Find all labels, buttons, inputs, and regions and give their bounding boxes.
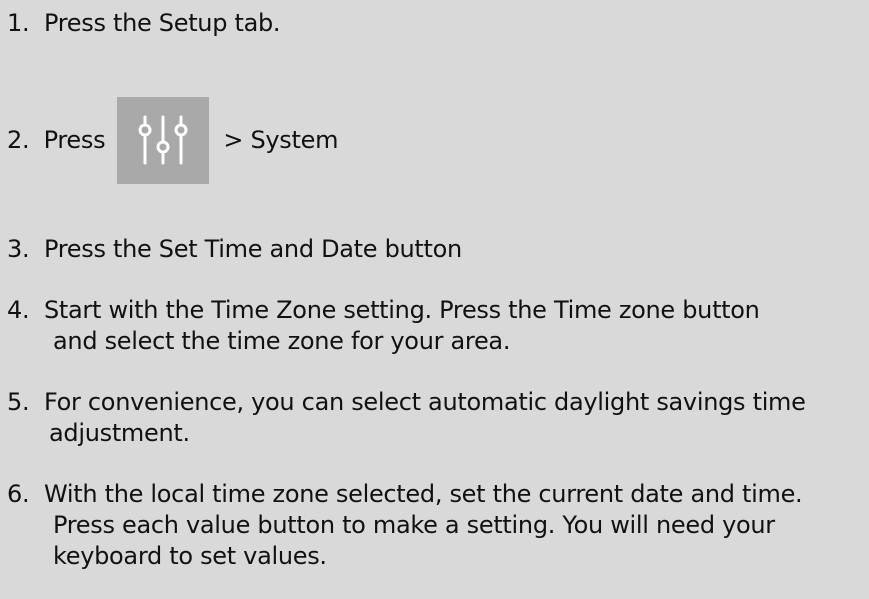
- settings-sliders-icon: [117, 97, 210, 184]
- step-2: 2. Press > System: [7, 97, 338, 184]
- step-number: 4.: [7, 296, 37, 324]
- step-number: 1.: [7, 9, 37, 37]
- instruction-page: 1. Press the Setup tab. 2. Press > Syste…: [0, 0, 869, 599]
- step-number: 5.: [7, 388, 37, 416]
- step-text: Press the Set Time and Date button: [43, 235, 462, 263]
- step-number: 6.: [7, 480, 37, 508]
- step-4: 4. Start with the Time Zone setting. Pre…: [7, 295, 760, 357]
- step-3: 3. Press the Set Time and Date button: [7, 234, 462, 265]
- step-text-after: > System: [223, 126, 339, 154]
- step-text: Start with the Time Zone setting. Press …: [43, 296, 760, 324]
- step-text-continued: Press each value button to make a settin…: [53, 511, 775, 539]
- step-text: For convenience, you can select automati…: [43, 388, 806, 416]
- step-text-continued: adjustment.: [49, 419, 190, 447]
- step-6: 6. With the local time zone selected, se…: [7, 479, 803, 572]
- step-text-before: Press: [43, 126, 106, 154]
- step-5: 5. For convenience, you can select autom…: [7, 387, 806, 449]
- step-1: 1. Press the Setup tab.: [7, 8, 281, 39]
- step-text-continued: and select the time zone for your area.: [53, 327, 511, 355]
- step-text: Press the Setup tab.: [43, 9, 281, 37]
- step-number: 3.: [7, 235, 37, 263]
- step-text-continued: keyboard to set values.: [53, 542, 327, 570]
- step-number: 2.: [7, 126, 37, 154]
- step-text: With the local time zone selected, set t…: [43, 480, 803, 508]
